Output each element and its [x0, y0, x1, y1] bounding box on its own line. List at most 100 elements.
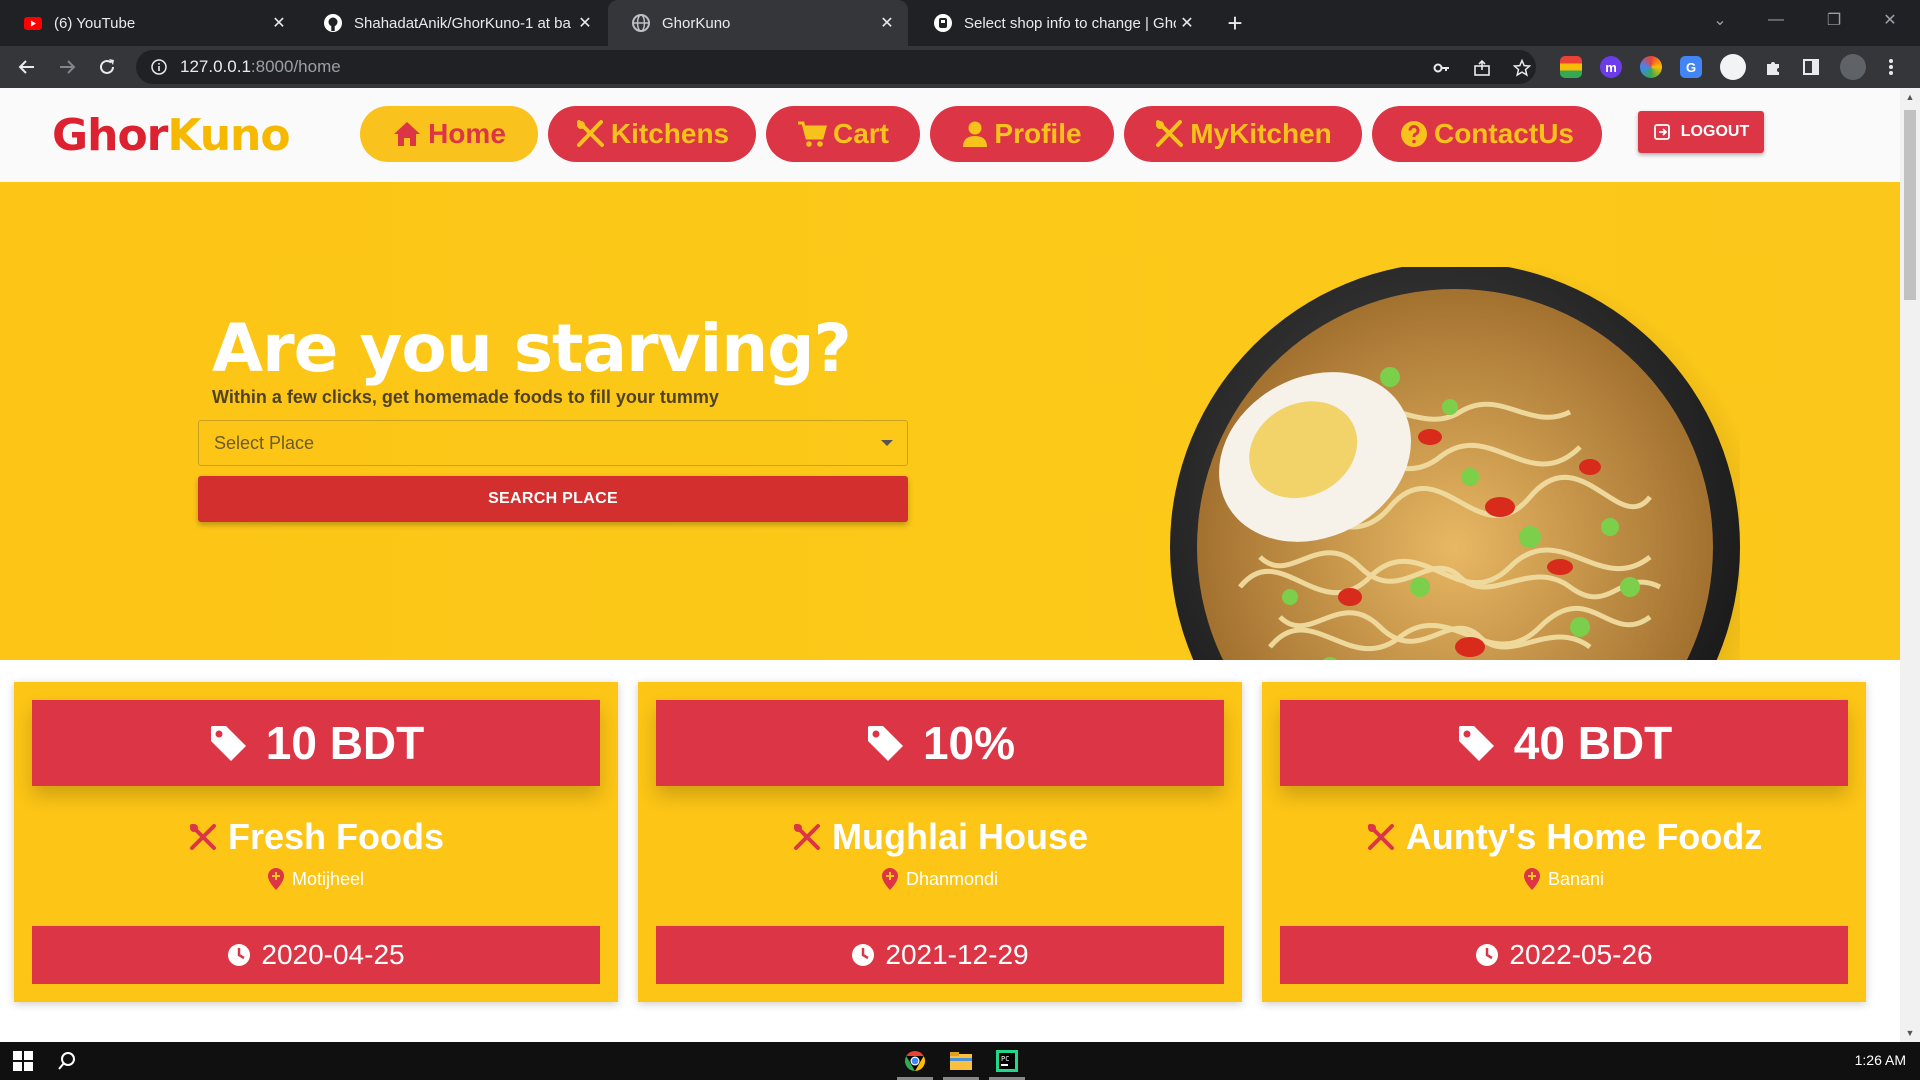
offer-discount: 40 BDT [1280, 700, 1848, 786]
map-pin-icon [267, 868, 284, 890]
offer-card[interactable]: 40 BDT Aunty's Home Foodz Banani 2022-05… [1262, 682, 1866, 1002]
tag-icon [1458, 726, 1494, 761]
nav-label: Cart [832, 118, 889, 149]
profile-avatar-icon[interactable] [1840, 54, 1866, 80]
clock-icon [1476, 944, 1499, 966]
logout-icon [1653, 124, 1670, 140]
github-icon [324, 14, 342, 32]
question-icon [1400, 121, 1427, 147]
hero-section: Are you starving? Within a few clicks, g… [0, 182, 1900, 660]
browser-tab-youtube[interactable]: (6) YouTube ✕ [0, 0, 300, 46]
forward-icon[interactable] [52, 52, 82, 82]
nav-label: Kitchens [610, 118, 730, 149]
offer-discount: 10% [656, 700, 1224, 786]
search-place-button[interactable]: SEARCH PLACE [198, 476, 908, 522]
svg-text:PC: PC [1001, 1055, 1009, 1063]
offer-card[interactable]: 10 BDT Fresh Foods Motijheel 2020-04-25 [14, 682, 618, 1002]
nav-home-button[interactable]: Home [360, 106, 538, 162]
side-panel-icon[interactable] [1800, 56, 1822, 78]
nav-label: Home [428, 118, 506, 149]
search-icon[interactable] [54, 1048, 80, 1074]
extensions-puzzle-icon[interactable] [1762, 56, 1784, 78]
taskbar-clock[interactable]: 1:26 AM [1855, 1052, 1906, 1068]
share-icon[interactable] [1472, 58, 1492, 78]
tab-title: GhorKuno [662, 14, 731, 32]
browser-tab-github[interactable]: ShahadatAnik/GhorKuno-1 at ba ✕ [300, 0, 606, 46]
chevron-down-icon [881, 440, 893, 446]
browser-tab-bar: (6) YouTube ✕ ShahadatAnik/GhorKuno-1 at… [0, 0, 1920, 46]
hero-title: Are you starving? [212, 310, 852, 387]
chrome-taskbar-icon[interactable] [902, 1048, 928, 1074]
offers-section: 10 BDT Fresh Foods Motijheel 2020-04-25 … [0, 660, 1900, 1042]
utensils-icon [1367, 824, 1394, 850]
windows-start-icon[interactable] [10, 1048, 36, 1074]
place-select-placeholder: Select Place [214, 432, 315, 453]
page-scrollbar[interactable]: ▲ ▼ [1900, 88, 1920, 1042]
nav-contactus-button[interactable]: ContactUs [1372, 106, 1602, 162]
globe-icon [632, 14, 650, 32]
reload-icon[interactable] [92, 52, 122, 82]
tab-search-icon[interactable]: ⌄ [1700, 0, 1740, 40]
back-icon[interactable] [12, 52, 42, 82]
map-pin-icon [881, 868, 898, 890]
clock-icon [852, 944, 875, 966]
extension-ghost-icon[interactable] [1720, 54, 1746, 80]
new-tab-button[interactable]: + [1220, 8, 1250, 38]
scroll-up-arrow-icon[interactable]: ▲ [1905, 92, 1915, 102]
info-icon[interactable] [150, 58, 168, 76]
tag-icon [210, 726, 246, 761]
nav-cart-button[interactable]: Cart [766, 106, 920, 162]
clock-icon [228, 944, 251, 966]
file-explorer-icon[interactable] [948, 1048, 974, 1074]
close-tab-icon[interactable]: ✕ [1176, 12, 1198, 34]
scrollbar-thumb[interactable] [1904, 110, 1916, 300]
tab-title: ShahadatAnik/GhorKuno-1 at ba [354, 14, 571, 32]
nav-mykitchen-button[interactable]: MyKitchen [1124, 106, 1362, 162]
url-text: 127.0.0.1:8000/home [180, 57, 341, 76]
web-page: GhorKuno Home Kitchens Cart Profile MyKi… [0, 88, 1900, 1042]
browser-tab-django-admin[interactable]: Select shop info to change | Ghor ✕ [910, 0, 1208, 46]
scroll-down-arrow-icon[interactable]: ▼ [1905, 1028, 1915, 1038]
youtube-icon [24, 14, 42, 32]
hero-subtitle: Within a few clicks, get homemade foods … [212, 387, 719, 407]
minimize-button[interactable]: — [1756, 0, 1796, 40]
nav-kitchens-button[interactable]: Kitchens [548, 106, 756, 162]
cart-icon [797, 121, 827, 147]
nav-profile-button[interactable]: Profile [930, 106, 1114, 162]
offer-location: Motijheel [14, 868, 618, 890]
close-window-button[interactable]: ✕ [1870, 0, 1910, 40]
map-pin-icon [1523, 868, 1540, 890]
key-icon[interactable] [1432, 58, 1452, 78]
extension-translate-icon[interactable]: G [1680, 56, 1702, 78]
user-icon [963, 121, 988, 147]
nav-label: MyKitchen [1190, 118, 1332, 149]
logout-label: LOGOUT [1680, 123, 1750, 140]
close-tab-icon[interactable]: ✕ [574, 12, 596, 34]
address-bar[interactable]: 127.0.0.1:8000/home [136, 50, 1536, 84]
utensils-icon [189, 824, 216, 850]
extension-colorpicker-icon[interactable] [1640, 56, 1662, 78]
place-select[interactable]: Select Place [198, 420, 908, 466]
bookmark-star-icon[interactable] [1512, 58, 1532, 78]
offer-shop-name: Fresh Foods [14, 816, 618, 858]
close-tab-icon[interactable]: ✕ [268, 12, 290, 34]
restore-button[interactable]: ❐ [1814, 0, 1854, 40]
browser-toolbar: 127.0.0.1:8000/home m G [0, 46, 1920, 88]
tab-title: (6) YouTube [54, 14, 136, 32]
offer-discount: 10 BDT [32, 700, 600, 786]
home-icon [394, 122, 421, 146]
nav-label: ContactUs [1433, 118, 1574, 149]
browser-tab-ghorkuno[interactable]: GhorKuno ✕ [608, 0, 908, 46]
offer-location: Dhanmondi [638, 868, 1242, 890]
tag-icon [867, 726, 903, 761]
offer-shop-name: Aunty's Home Foodz [1262, 816, 1866, 858]
utensils-icon [793, 824, 820, 850]
offer-card[interactable]: 10% Mughlai House Dhanmondi 2021-12-29 [638, 682, 1242, 1002]
extension-google-icon[interactable] [1560, 56, 1582, 78]
site-logo[interactable]: GhorKuno [52, 110, 291, 161]
logout-button[interactable]: LOGOUT [1638, 111, 1764, 153]
extension-mastodon-icon[interactable]: m [1600, 56, 1622, 78]
close-tab-icon[interactable]: ✕ [876, 12, 898, 34]
menu-kebab-icon[interactable] [1880, 56, 1902, 78]
pycharm-icon[interactable]: PC [994, 1048, 1020, 1074]
